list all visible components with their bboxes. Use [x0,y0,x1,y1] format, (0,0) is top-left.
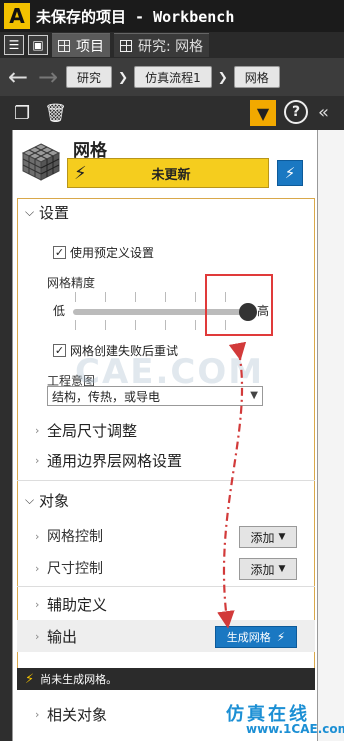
list-icon[interactable]: ☰ [4,35,24,55]
title-bar: A 未保存的项目 - Workbench [0,0,344,32]
breadcrumb-separator-icon: ❯ [217,70,228,84]
copy-icon[interactable]: ❐ [14,103,30,124]
breadcrumb-flow[interactable]: 仿真流程1 [134,66,212,88]
breadcrumb-separator-icon: ❯ [118,70,129,84]
back-arrow-icon[interactable]: ← [8,63,30,91]
navigation-bar: ← → 研究 ❯ 仿真流程1 ❯ 网格 [0,58,344,96]
tab-study-mesh[interactable]: 研究: 网格 [114,33,210,57]
forward-arrow-icon[interactable]: → [38,63,60,91]
breadcrumb-mesh[interactable]: 网格 [233,66,280,88]
mesh-properties-panel: 网格 ⚡ 未更新 ⚡ ⌵ 设置 ✓ 使用预定义设置 网格精度 低 高 ✓ 网格创… [12,130,318,741]
tab-bar: ☰ ▣ 项目 研究: 网格 [0,32,344,58]
help-icon[interactable]: ? [284,100,308,124]
delete-icon[interactable]: 🗑 [44,103,67,124]
collapse-panel-icon[interactable]: « [318,102,329,123]
annotation-arrow [217,341,247,629]
window-title: 未保存的项目 - Workbench [36,7,235,26]
tab-label: 项目 [76,38,104,55]
breadcrumb-study[interactable]: 研究 [66,66,113,88]
tab-label: 研究: 网格 [138,38,204,55]
left-dock-strip [0,130,12,741]
ansys-logo: A [4,3,30,29]
right-dock-strip [318,130,344,741]
tab-project[interactable]: 项目 [52,33,110,57]
brand-watermark: 仿真在线 www.1CAE.com [220,700,344,738]
grid-icon [58,39,70,52]
panel-toolbar: ❐ 🗑 ▼ ? « [0,96,344,130]
filter-icon[interactable]: ▼ [250,100,276,126]
brand-url: www.1CAE.com [246,722,344,736]
save-icon[interactable]: ▣ [28,35,48,55]
grid-icon [120,39,132,52]
